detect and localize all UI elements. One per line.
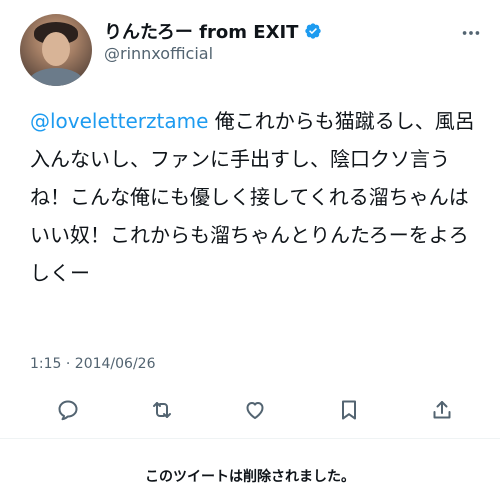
retweet-icon[interactable] xyxy=(149,397,175,423)
tweet-body: 俺これからも猫蹴るし、風呂入んないし、ファンに手出すし、陰口クソ言うね！こんな俺… xyxy=(30,109,475,285)
author-handle[interactable]: @rinnxofficial xyxy=(104,44,213,63)
heart-icon[interactable] xyxy=(242,397,268,423)
tweet-timestamp[interactable]: 1:15 · 2014/06/26 xyxy=(30,356,155,372)
avatar-body xyxy=(28,68,84,86)
tweet-text: @loveletterztame 俺これからも猫蹴るし、風呂入んないし、ファンに… xyxy=(30,102,476,292)
more-options-icon[interactable] xyxy=(460,22,482,44)
avatar-face xyxy=(42,32,70,66)
avatar[interactable] xyxy=(20,14,92,86)
author-display-name[interactable]: りんたろー from EXIT xyxy=(104,18,298,44)
deleted-notice: このツイートは削除されました。 xyxy=(145,469,355,485)
tweet-mention[interactable]: @loveletterztame xyxy=(30,109,208,133)
divider xyxy=(0,438,500,439)
tweet-card: りんたろー from EXIT @rinnxofficial @lovelett… xyxy=(0,0,500,500)
share-icon[interactable] xyxy=(429,397,455,423)
verified-badge-icon xyxy=(305,23,322,39)
bookmark-icon[interactable] xyxy=(336,397,362,423)
tweet-actions xyxy=(55,395,455,425)
author-name-row: りんたろー from EXIT xyxy=(104,18,322,44)
reply-icon[interactable] xyxy=(55,397,81,423)
